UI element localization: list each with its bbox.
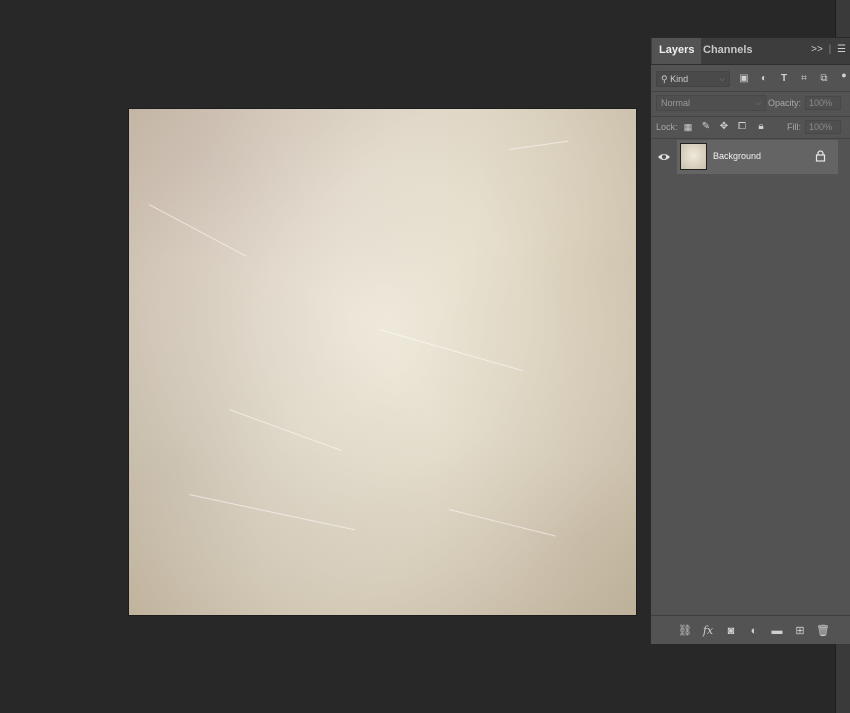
- smart-object-filter-icon[interactable]: ⧉: [817, 72, 831, 86]
- new-group-icon[interactable]: ▬: [770, 624, 784, 638]
- panel-tab-bar: Layers Channels >> | ☰: [651, 38, 850, 65]
- new-layer-icon[interactable]: ⊞: [793, 624, 807, 638]
- lock-artboard-icon[interactable]: ⧠: [735, 120, 749, 134]
- tab-layers[interactable]: Layers: [652, 38, 702, 64]
- lock-label: Lock:: [656, 122, 678, 132]
- lock-transparent-pixels-icon[interactable]: ▦: [681, 120, 695, 134]
- opacity-value: 100%: [809, 98, 833, 108]
- lock-image-pixels-icon[interactable]: ✎: [699, 120, 713, 134]
- layer-row-background[interactable]: Background: [677, 140, 838, 174]
- image-filter-icon[interactable]: ▣: [737, 72, 751, 86]
- fill-label: Fill:: [787, 122, 801, 132]
- lock-position-icon[interactable]: ✥: [717, 120, 731, 134]
- chevron-down-icon: ⌵: [755, 100, 761, 107]
- panel-menu-icon[interactable]: ☰: [837, 44, 846, 55]
- filter-kind-select[interactable]: ⚲ Kind ⌵: [656, 71, 730, 87]
- adjustment-filter-icon[interactable]: ◐: [757, 72, 771, 86]
- lock-icon: [815, 150, 826, 162]
- blend-mode-value: Normal: [661, 98, 691, 108]
- panel-collapse-and-menu[interactable]: >> | ☰: [811, 44, 846, 55]
- add-mask-icon[interactable]: ◙: [724, 624, 738, 638]
- opacity-field[interactable]: 100%: [805, 96, 841, 110]
- blend-mode-select[interactable]: Normal ⌵: [656, 95, 766, 111]
- layers-footer: ⛓ fx ◙ ◐ ▬ ⊞ 🗑︎: [651, 615, 850, 644]
- document-canvas[interactable]: [129, 109, 636, 615]
- type-filter-icon[interactable]: T: [777, 72, 791, 86]
- filter-kind-label: Kind: [670, 74, 689, 84]
- adjustment-layer-icon[interactable]: ◐: [747, 624, 761, 638]
- delete-layer-icon[interactable]: 🗑︎: [816, 624, 830, 638]
- fill-value: 100%: [809, 122, 833, 132]
- filter-toggle-icon[interactable]: ●: [837, 68, 850, 82]
- chevron-down-icon: ⌵: [719, 76, 725, 83]
- layer-thumbnail: [680, 143, 707, 170]
- collapse-icon[interactable]: >>: [811, 44, 823, 55]
- fx-icon[interactable]: fx: [701, 624, 715, 638]
- opacity-label: Opacity:: [768, 98, 802, 108]
- lock-all-icon[interactable]: 🔒︎: [754, 120, 768, 134]
- eye-icon[interactable]: [657, 150, 671, 164]
- layer-name: Background: [713, 151, 762, 161]
- fill-field[interactable]: 100%: [805, 120, 841, 134]
- tab-channels[interactable]: Channels: [696, 38, 760, 64]
- search-icon: ⚲: [661, 74, 668, 84]
- link-layers-icon[interactable]: ⛓: [678, 624, 692, 638]
- layers-panel: Layers Channels >> | ☰ ⚲ Kind ⌵ ▣ ◐ T ⌗ …: [650, 37, 850, 644]
- shape-filter-icon[interactable]: ⌗: [797, 72, 811, 86]
